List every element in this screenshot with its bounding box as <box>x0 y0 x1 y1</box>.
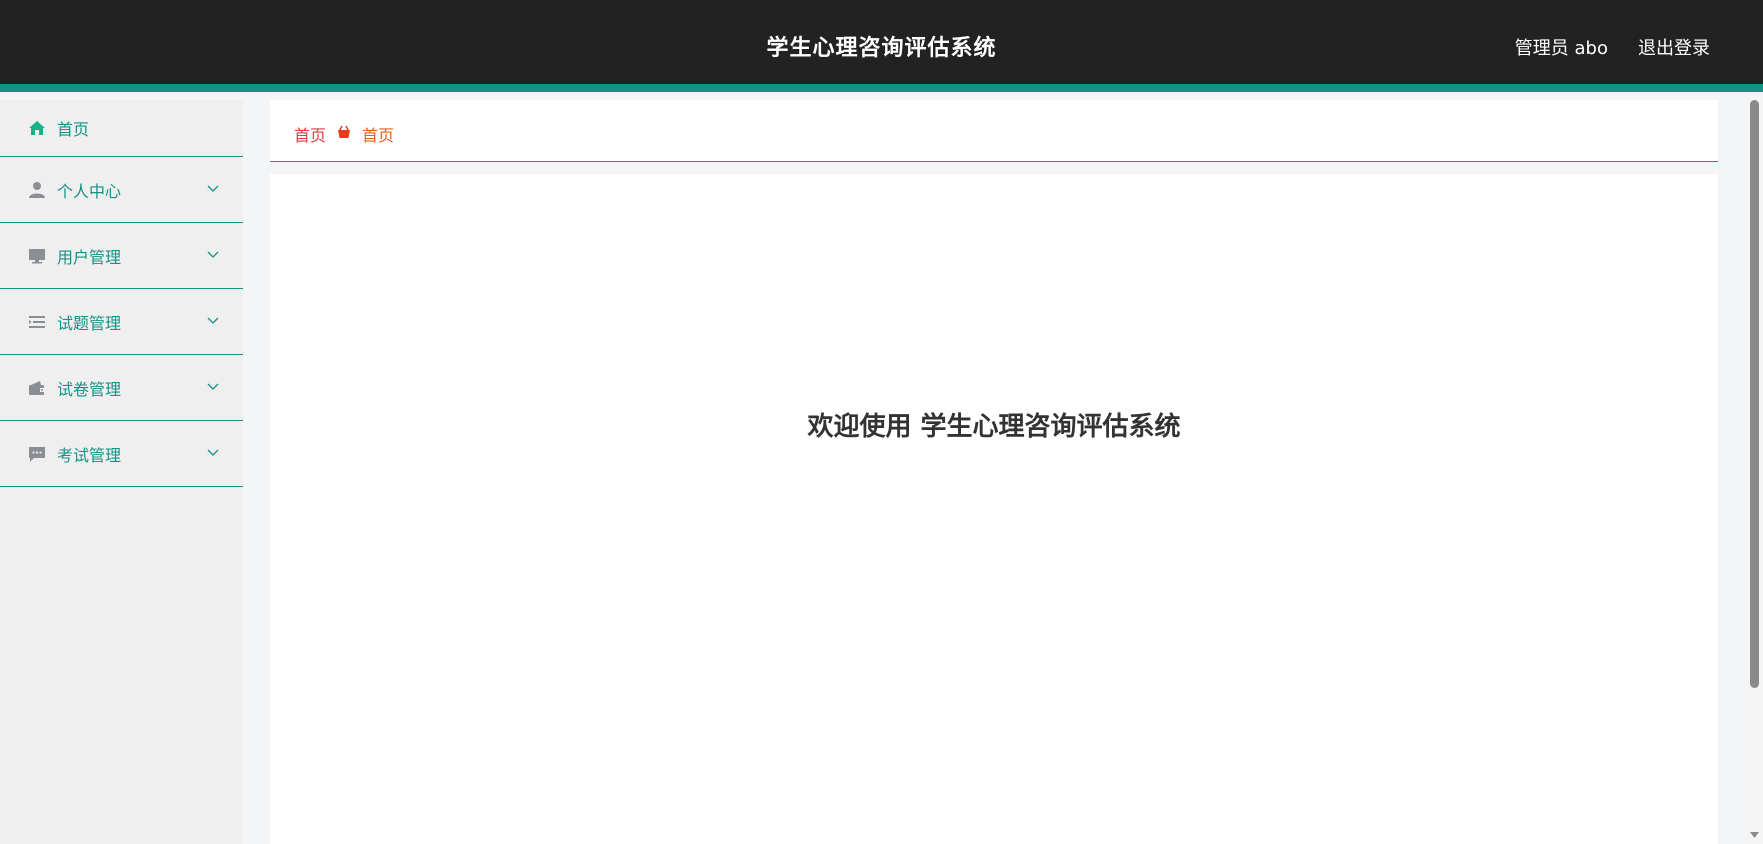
sidebar-item-question-management[interactable]: 试题管理 <box>0 289 243 355</box>
sidebar-item-paper-management[interactable]: 试卷管理 <box>0 355 243 421</box>
breadcrumb-home-link[interactable]: 首页 <box>294 122 326 146</box>
sidebar-item-user-management[interactable]: 用户管理 <box>0 223 243 289</box>
sidebar-item-label: 首页 <box>57 120 90 139</box>
sidebar-item-label: 用户管理 <box>57 247 122 267</box>
main-content: 欢迎使用 学生心理咨询评估系统 <box>270 174 1718 844</box>
sidebar: 首页 个人中心 用户管理 试题管理 试卷管理 考试管理 <box>0 100 243 844</box>
sidebar-item-label: 试卷管理 <box>57 379 122 399</box>
scrollbar-thumb[interactable] <box>1750 100 1759 688</box>
welcome-message: 欢迎使用 学生心理咨询评估系统 <box>807 412 1181 442</box>
sidebar-item-exam-management[interactable]: 考试管理 <box>0 421 243 487</box>
list-icon <box>29 315 45 328</box>
page-scrollbar[interactable] <box>1746 100 1763 844</box>
person-icon <box>29 181 45 198</box>
app-title: 学生心理咨询评估系统 <box>766 36 997 61</box>
chevron-down-icon <box>207 317 219 324</box>
home-icon <box>29 121 45 135</box>
current-user: 管理员 abo <box>1514 38 1608 59</box>
basket-icon <box>338 125 350 138</box>
chevron-down-icon <box>207 449 219 456</box>
sidebar-item-label: 试题管理 <box>57 313 122 333</box>
wallet-icon <box>29 380 45 395</box>
logout-button[interactable]: 退出登录 <box>1638 34 1710 60</box>
sidebar-item-home[interactable]: 首页 <box>0 100 243 157</box>
chevron-down-icon <box>207 251 219 258</box>
chevron-down-icon <box>207 185 219 192</box>
sidebar-item-label: 个人中心 <box>57 181 122 201</box>
sidebar-item-personal-center[interactable]: 个人中心 <box>0 157 243 223</box>
chat-icon <box>29 446 45 462</box>
breadcrumb: 首页 首页 <box>270 100 1718 162</box>
monitor-icon <box>29 248 45 263</box>
breadcrumb-current: 首页 <box>362 126 395 145</box>
top-header: 学生心理咨询评估系统 管理员 abo 退出登录 <box>0 0 1763 92</box>
chevron-down-icon <box>207 383 219 390</box>
sidebar-item-label: 考试管理 <box>57 445 122 465</box>
scroll-down-arrow-icon[interactable] <box>1749 830 1760 840</box>
